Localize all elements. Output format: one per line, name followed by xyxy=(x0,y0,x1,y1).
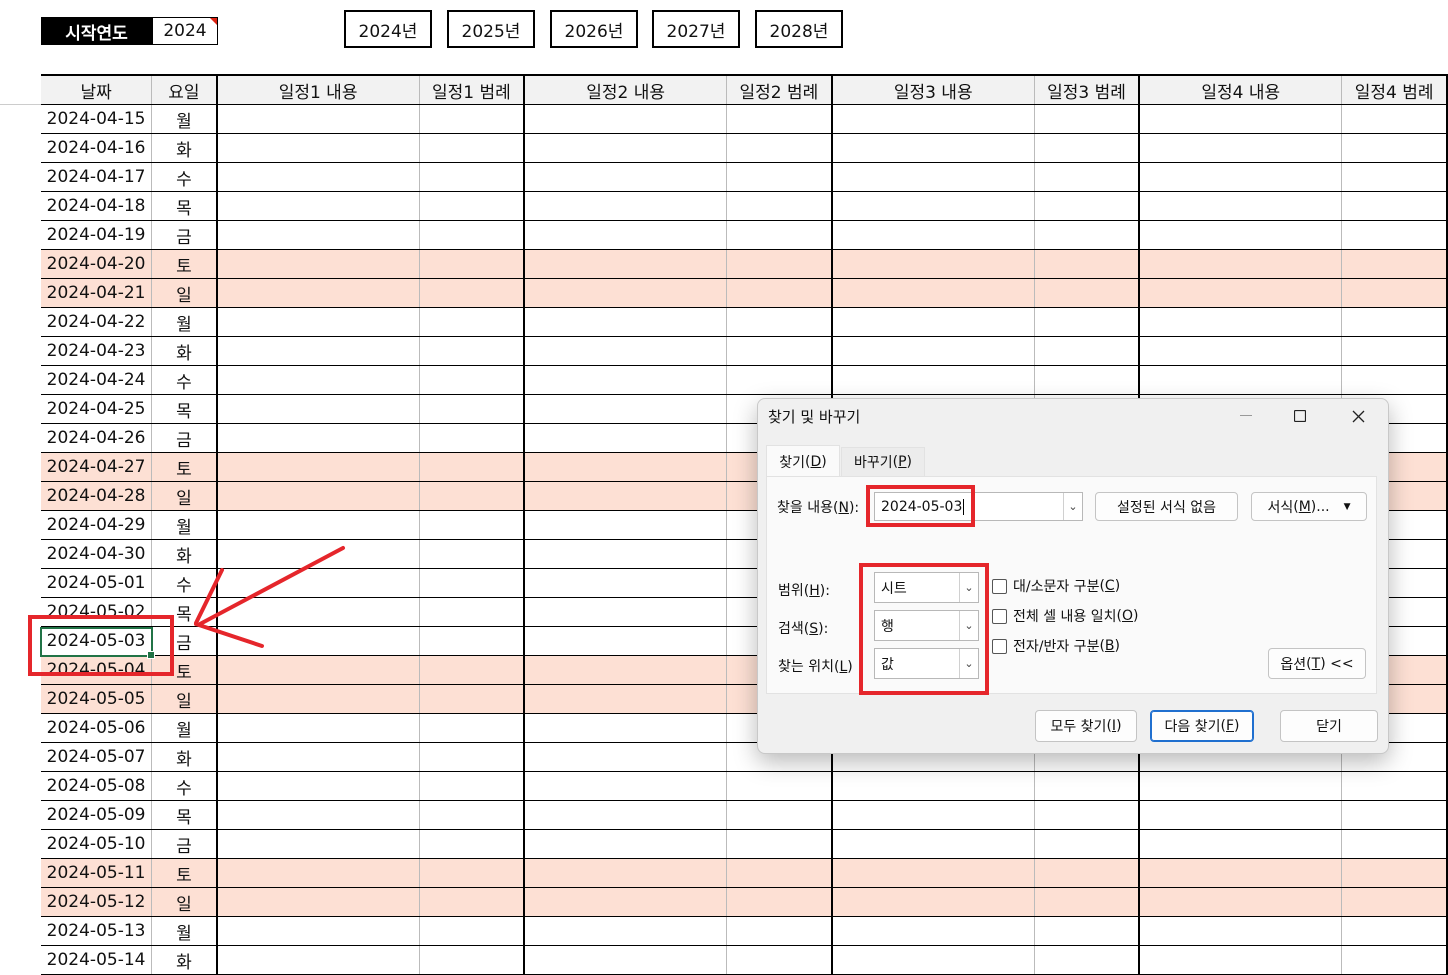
maximize-icon[interactable] xyxy=(1280,403,1320,429)
scope-label: 범위(H): xyxy=(778,583,830,599)
search-order-label: 검색(S): xyxy=(778,621,829,637)
tab-find[interactable]: 찾기(D) xyxy=(766,445,840,477)
dropdown-arrow-icon: ▼ xyxy=(1343,501,1351,512)
tab-replace[interactable]: 바꾸기(P) xyxy=(841,447,925,477)
options-button[interactable]: 옵션(T) << xyxy=(1268,648,1366,679)
annotation-box-find-input xyxy=(866,485,975,527)
match-entire-cell-checkbox[interactable]: 전체 셀 내용 일치(O) xyxy=(992,606,1138,626)
close-icon[interactable] xyxy=(1338,403,1378,429)
dialog-title: 찾기 및 바꾸기 xyxy=(768,408,861,426)
arrow-line-1 xyxy=(198,546,345,626)
chevron-down-icon[interactable]: ⌄ xyxy=(1063,493,1082,520)
no-format-set-button[interactable]: 설정된 서식 없음 xyxy=(1095,492,1238,521)
close-button[interactable]: 닫기 xyxy=(1280,710,1378,742)
find-next-button[interactable]: 다음 찾기(F) xyxy=(1150,710,1254,742)
match-byte-checkbox[interactable]: 전자/반자 구분(B) xyxy=(992,636,1120,656)
find-all-button[interactable]: 모두 찾기(I) xyxy=(1035,710,1137,742)
match-case-checkbox[interactable]: 대/소문자 구분(C) xyxy=(992,576,1120,596)
minimize-icon[interactable] xyxy=(1226,403,1266,429)
look-in-label: 찾는 위치(L) xyxy=(778,659,853,675)
find-what-label: 찾을 내용(N): xyxy=(777,500,860,516)
arrow-line-3 xyxy=(194,622,264,648)
format-button[interactable]: 서식(M)... ▼ xyxy=(1251,492,1367,521)
annotation-box-options xyxy=(859,563,989,695)
